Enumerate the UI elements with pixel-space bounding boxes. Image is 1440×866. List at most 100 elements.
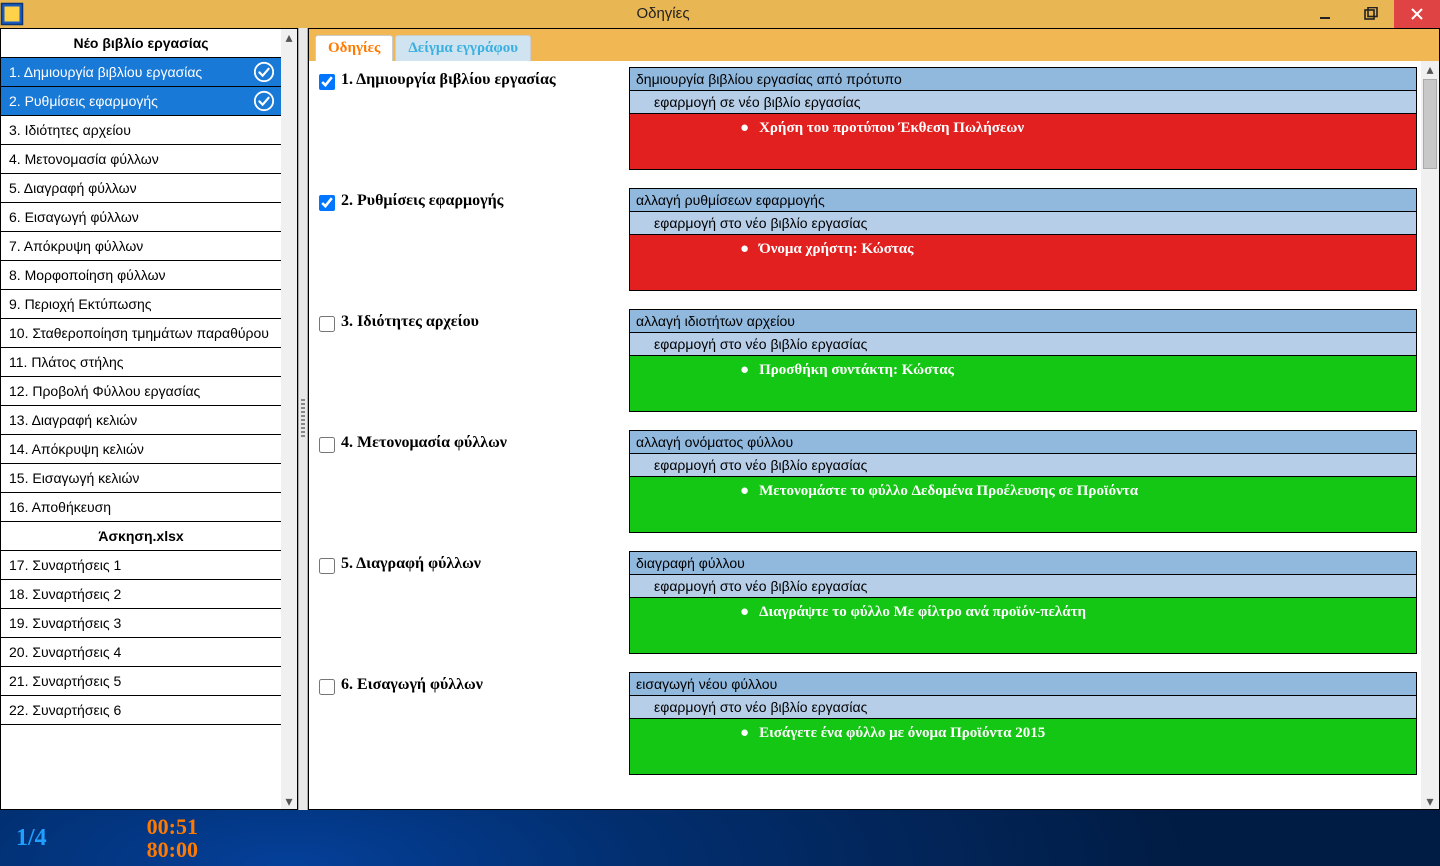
sidebar-item[interactable]: 17. Συναρτήσεις 1	[1, 551, 281, 580]
step-detail-line: ●Διαγράψτε το φύλλο Με φίλτρο ανά προϊόν…	[740, 602, 1410, 623]
sidebar-item[interactable]: 14. Απόκρυψη κελιών	[1, 435, 281, 464]
main-panel: ΟδηγίεςΔείγμα εγγράφου 1. Δημιουργία βιβ…	[308, 28, 1440, 810]
step-detail: ●Διαγράψτε το φύλλο Με φίλτρο ανά προϊόν…	[630, 598, 1416, 653]
step-details: εισαγωγή νέου φύλλουεφαρμογή στο νέο βιβ…	[629, 672, 1417, 775]
step: 6. Εισαγωγή φύλλων εισαγωγή νέου φύλλουεφ…	[313, 672, 1417, 775]
step-detail: ●Εισάγετε ένα φύλλο με όνομα Προϊόντα 20…	[630, 719, 1416, 774]
sidebar-item[interactable]: 4. Μετονομασία φύλλων	[1, 145, 281, 174]
scroll-up-icon[interactable]: ▴	[281, 29, 297, 45]
sidebar-item[interactable]: 18. Συναρτήσεις 2	[1, 580, 281, 609]
tab-instructions[interactable]: Οδηγίες	[315, 35, 393, 61]
sidebar-item-label: 11. Πλάτος στήλης	[9, 354, 124, 370]
step-checkbox[interactable]	[319, 558, 335, 574]
sidebar-item-label: 13. Διαγραφή κελιών	[9, 412, 137, 428]
sidebar-item[interactable]: 13. Διαγραφή κελιών	[1, 406, 281, 435]
titlebar: Οδηγίες	[0, 0, 1440, 28]
sidebar-item[interactable]: 10. Σταθεροποίηση τμημάτων παραθύρου	[1, 319, 281, 348]
step-checkbox[interactable]	[319, 195, 335, 211]
sidebar-item-label: 22. Συναρτήσεις 6	[9, 702, 121, 718]
step-detail-line: ●Προσθήκη συντάκτη: Κώστας	[740, 360, 1410, 381]
step-details: αλλαγή ιδιοτήτων αρχείουεφαρμογή στο νέο…	[629, 309, 1417, 412]
elapsed-time: 00:51	[147, 815, 198, 838]
sidebar-item[interactable]: 16. Αποθήκευση	[1, 493, 281, 522]
step-title: 3. Ιδιότητες αρχείου	[341, 313, 479, 331]
step-checkbox[interactable]	[319, 74, 335, 90]
sidebar-item[interactable]: 3. Ιδιότητες αρχείου	[1, 116, 281, 145]
step-checkbox[interactable]	[319, 316, 335, 332]
sidebar-item[interactable]: 5. Διαγραφή φύλλων	[1, 174, 281, 203]
step-detail-line: ●Χρήση του προτύπου Έκθεση Πωλήσεων	[740, 118, 1410, 139]
sidebar-item[interactable]: 7. Απόκρυψη φύλλων	[1, 232, 281, 261]
sidebar-item-label: 9. Περιοχή Εκτύπωσης	[9, 296, 152, 312]
sidebar-item[interactable]: 11. Πλάτος στήλης	[1, 348, 281, 377]
sidebar-item-label: 15. Εισαγωγή κελιών	[9, 470, 139, 486]
step-detail-line: ●Εισάγετε ένα φύλλο με όνομα Προϊόντα 20…	[740, 723, 1410, 744]
sidebar-header-exercise: Άσκηση.xlsx	[1, 522, 281, 551]
sidebar-item-label: 21. Συναρτήσεις 5	[9, 673, 121, 689]
sidebar-item[interactable]: 9. Περιοχή Εκτύπωσης	[1, 290, 281, 319]
sidebar-item-label: 6. Εισαγωγή φύλλων	[9, 209, 139, 225]
step-header: αλλαγή ονόματος φύλλου	[630, 431, 1416, 454]
timer: 00:51 80:00	[147, 815, 198, 861]
sidebar-item[interactable]: 20. Συναρτήσεις 4	[1, 638, 281, 667]
step-subheader: εφαρμογή στο νέο βιβλίο εργασίας	[630, 575, 1416, 598]
step-title: 6. Εισαγωγή φύλλων	[341, 676, 483, 694]
sidebar-item[interactable]: 22. Συναρτήσεις 6	[1, 696, 281, 725]
sidebar-item[interactable]: 15. Εισαγωγή κελιών	[1, 464, 281, 493]
step-detail: ●Προσθήκη συντάκτη: Κώστας	[630, 356, 1416, 411]
sidebar-item-label: 18. Συναρτήσεις 2	[9, 586, 121, 602]
minimize-button[interactable]	[1302, 0, 1348, 28]
scroll-down-icon[interactable]: ▾	[281, 793, 297, 809]
sidebar-item-label: 2. Ρυθμίσεις εφαρμογής	[9, 93, 158, 109]
maximize-button[interactable]	[1348, 0, 1394, 28]
sidebar-item-label: 12. Προβολή Φύλλου εργασίας	[9, 383, 200, 399]
sidebar-item-label: 8. Μορφοποίηση φύλλων	[9, 267, 166, 283]
step-details: αλλαγή ονόματος φύλλουεφαρμογή στο νέο β…	[629, 430, 1417, 533]
step-subheader: εφαρμογή στο νέο βιβλίο εργασίας	[630, 333, 1416, 356]
sidebar-header-workbook: Νέο βιβλίο εργασίας	[1, 29, 281, 58]
step-detail-line: ●Όνομα χρήστη: Κώστας	[740, 239, 1410, 260]
sidebar-item[interactable]: 2. Ρυθμίσεις εφαρμογής	[1, 87, 281, 116]
step-header: αλλαγή ρυθμίσεων εφαρμογής	[630, 189, 1416, 212]
sidebar-item[interactable]: 19. Συναρτήσεις 3	[1, 609, 281, 638]
scrollbar-thumb[interactable]	[1423, 79, 1437, 169]
splitter[interactable]	[298, 28, 308, 810]
step-header: εισαγωγή νέου φύλλου	[630, 673, 1416, 696]
sidebar-item-label: 17. Συναρτήσεις 1	[9, 557, 121, 573]
sidebar-item-label: 4. Μετονομασία φύλλων	[9, 151, 159, 167]
check-circle-icon	[253, 90, 275, 112]
check-circle-icon	[253, 61, 275, 83]
sidebar-item[interactable]: 1. Δημιουργία βιβλίου εργασίας	[1, 58, 281, 87]
step: 5. Διαγραφή φύλλωνδιαγραφή φύλλουεφαρμογ…	[313, 551, 1417, 654]
app-icon	[0, 0, 24, 28]
sidebar-item-label: 20. Συναρτήσεις 4	[9, 644, 121, 660]
sidebar-item-label: 19. Συναρτήσεις 3	[9, 615, 121, 631]
content-scrollbar[interactable]: ▴ ▾	[1421, 61, 1439, 809]
step-checkbox[interactable]	[319, 437, 335, 453]
step: 2. Ρυθμίσεις εφαρμογήςαλλαγή ρυθμίσεων ε…	[313, 188, 1417, 291]
step-subheader: εφαρμογή στο νέο βιβλίο εργασίας	[630, 696, 1416, 719]
tab-sample[interactable]: Δείγμα εγγράφου	[395, 35, 531, 61]
sidebar-item[interactable]: 21. Συναρτήσεις 5	[1, 667, 281, 696]
sidebar-item-label: 14. Απόκρυψη κελιών	[9, 441, 144, 457]
step-subheader: εφαρμογή στο νέο βιβλίο εργασίας	[630, 454, 1416, 477]
step-detail-line: ●Μετονομάστε το φύλλο Δεδομένα Προέλευση…	[740, 481, 1410, 502]
sidebar-item-label: 10. Σταθεροποίηση τμημάτων παραθύρου	[9, 325, 269, 341]
sidebar-item-label: 1. Δημιουργία βιβλίου εργασίας	[9, 64, 202, 80]
tabstrip: ΟδηγίεςΔείγμα εγγράφου	[309, 29, 1439, 61]
step-header: διαγραφή φύλλου	[630, 552, 1416, 575]
step-checkbox[interactable]	[319, 679, 335, 695]
sidebar-scrollbar[interactable]: ▴ ▾	[281, 29, 297, 809]
step-header: αλλαγή ιδιοτήτων αρχείου	[630, 310, 1416, 333]
step: 4. Μετονομασία φύλλωναλλαγή ονόματος φύλ…	[313, 430, 1417, 533]
sidebar-item[interactable]: 6. Εισαγωγή φύλλων	[1, 203, 281, 232]
position-counter: 1/4	[16, 825, 47, 852]
step-subheader: εφαρμογή στο νέο βιβλίο εργασίας	[630, 212, 1416, 235]
step-details: αλλαγή ρυθμίσεων εφαρμογήςεφαρμογή στο ν…	[629, 188, 1417, 291]
step-detail: ●Χρήση του προτύπου Έκθεση Πωλήσεων	[630, 114, 1416, 169]
close-button[interactable]	[1394, 0, 1440, 28]
scroll-down-icon[interactable]: ▾	[1422, 793, 1438, 809]
scroll-up-icon[interactable]: ▴	[1422, 61, 1438, 77]
sidebar-item[interactable]: 12. Προβολή Φύλλου εργασίας	[1, 377, 281, 406]
sidebar-item[interactable]: 8. Μορφοποίηση φύλλων	[1, 261, 281, 290]
